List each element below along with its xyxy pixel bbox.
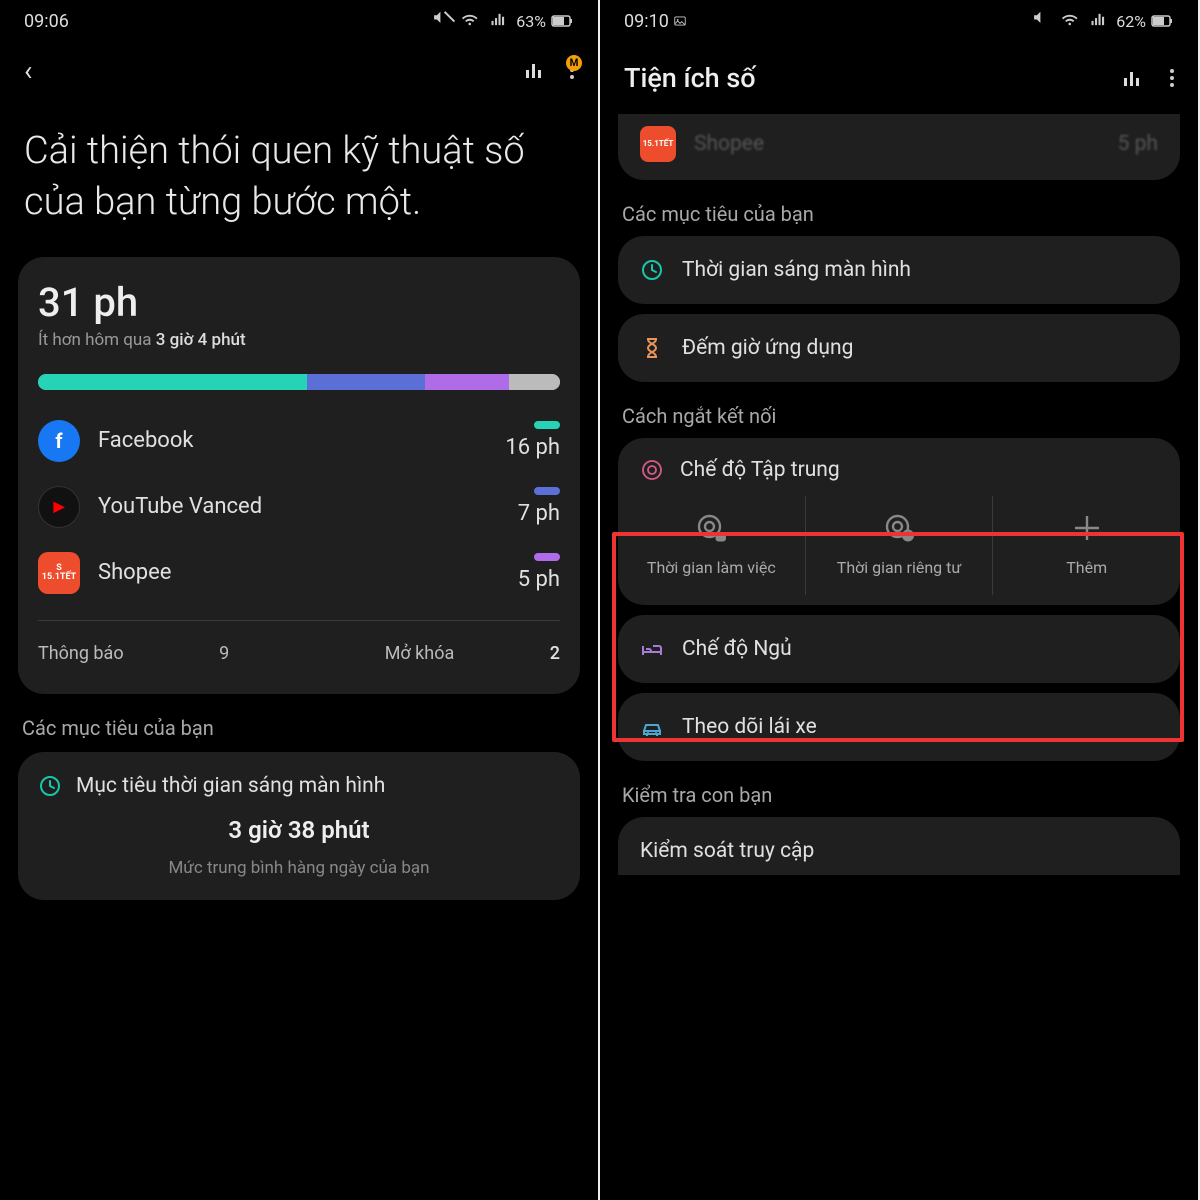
notification-badge-icon: M <box>566 55 582 71</box>
color-pill <box>534 553 560 561</box>
battery-text: 62% <box>1116 12 1146 31</box>
usage-card[interactable]: 31 ph Ít hơn hôm qua 3 giờ 4 phút f Face… <box>18 257 580 694</box>
total-time: 31 ph <box>38 279 560 326</box>
shopee-icon: 15.1TẾT <box>640 126 676 162</box>
item-label: Đếm giờ ứng dụng <box>682 336 853 360</box>
focus-cell-private[interactable]: Thời gian riêng tư <box>806 496 994 595</box>
status-bar: 09:06 63% <box>0 0 598 42</box>
mute-icon <box>1032 9 1056 33</box>
item-label: Thời gian sáng màn hình <box>682 258 911 282</box>
notif-value: 9 <box>219 643 229 664</box>
shopee-icon: S15.1TẾT <box>38 552 80 594</box>
status-icons: 62% <box>1032 9 1174 33</box>
focus-title: Chế độ Tập trung <box>680 458 840 482</box>
more-button[interactable] <box>1170 69 1174 87</box>
phone-right: 09:10 62% Tiện ích số 15.1TẾT Shopee 5 p… <box>600 0 1200 1200</box>
status-time: 09:10 <box>624 11 687 32</box>
focus-cell-work[interactable]: Thời gian làm việc <box>618 496 806 595</box>
app-name-hidden: Shopee <box>694 132 1100 156</box>
page-title: Tiện ích số <box>624 62 756 94</box>
hourglass-icon <box>640 336 664 360</box>
chart-icon[interactable] <box>522 58 546 82</box>
goal-title: Mục tiêu thời gian sáng màn hình <box>76 774 385 798</box>
app-name: YouTube Vanced <box>98 494 500 519</box>
bed-icon <box>640 637 664 661</box>
youtube-icon: ▶ <box>38 486 80 528</box>
goal-app-timer[interactable]: Đếm giờ ứng dụng <box>618 314 1180 382</box>
mute-icon <box>432 9 456 33</box>
app-time: 7 ph <box>518 501 560 526</box>
focus-label: Thêm <box>1066 558 1107 577</box>
focus-cell-add[interactable]: Thêm <box>993 496 1180 595</box>
item-label: Kiểm soát truy cập <box>640 839 814 863</box>
chart-icon[interactable] <box>1120 66 1144 90</box>
usage-bar <box>38 374 560 390</box>
access-control-item[interactable]: Kiểm soát truy cập <box>618 817 1180 875</box>
wifi-icon <box>460 9 484 33</box>
status-bar: 09:10 62% <box>600 0 1198 42</box>
app-time-hidden: 5 ph <box>1118 132 1158 156</box>
title-bar: Tiện ích số <box>600 42 1198 114</box>
app-name: Shopee <box>98 560 500 585</box>
battery-icon <box>1150 9 1174 33</box>
phone-left: 09:06 63% ‹ M Cải thiện thói quen kỹ thu… <box>0 0 600 1200</box>
app-row-facebook[interactable]: f Facebook 16 ph <box>38 408 560 474</box>
unlock-label: Mở khóa <box>385 643 455 664</box>
status-icons: 63% <box>432 9 574 33</box>
app-time: 16 ph <box>505 435 560 460</box>
goal-value: 3 giờ 38 phút <box>38 816 560 844</box>
private-focus-icon <box>881 510 917 546</box>
app-row-youtube[interactable]: ▶ YouTube Vanced 7 ph <box>38 474 560 540</box>
wifi-icon <box>1060 9 1084 33</box>
app-time: 5 ph <box>518 567 560 592</box>
status-time: 09:06 <box>24 11 69 32</box>
focus-label: Thời gian làm việc <box>647 558 776 577</box>
item-label: Chế độ Ngủ <box>682 637 792 661</box>
clock-icon <box>640 258 664 282</box>
signal-icon <box>1088 9 1112 33</box>
goal-subtitle: Mức trung bình hàng ngày của bạn <box>38 858 560 878</box>
goals-section-label: Các mục tiêu của bạn <box>622 202 1176 226</box>
target-icon <box>640 458 664 482</box>
notif-label: Thông báo <box>38 643 124 664</box>
sleep-mode-item[interactable]: Chế độ Ngủ <box>618 615 1180 683</box>
focus-label: Thời gian riêng tư <box>837 558 961 577</box>
focus-mode-card[interactable]: Chế độ Tập trung Thời gian làm việc Thời… <box>618 438 1180 605</box>
drive-tracking-item[interactable]: Theo dõi lái xe <box>618 693 1180 761</box>
goal-screen-time[interactable]: Thời gian sáng màn hình <box>618 236 1180 304</box>
child-section-label: Kiểm tra con bạn <box>622 783 1176 807</box>
item-label: Theo dõi lái xe <box>682 715 817 739</box>
battery-text: 63% <box>516 12 546 31</box>
color-pill <box>534 421 560 429</box>
car-icon <box>640 715 664 739</box>
back-button[interactable]: ‹ <box>24 54 32 87</box>
compare-line: Ít hơn hôm qua 3 giờ 4 phút <box>38 330 560 350</box>
screen-time-goal-card[interactable]: Mục tiêu thời gian sáng màn hình 3 giờ 3… <box>18 752 580 900</box>
unlock-value: 2 <box>550 643 560 664</box>
goals-section-label: Các mục tiêu của bạn <box>22 716 576 740</box>
battery-icon <box>550 9 574 33</box>
plus-icon <box>1069 510 1105 546</box>
top-bar: ‹ M <box>0 42 598 98</box>
stats-row: Thông báo 9 Mở khóa 2 <box>38 635 560 672</box>
app-row-shopee-partial[interactable]: 15.1TẾT Shopee 5 ph <box>618 114 1180 180</box>
facebook-icon: f <box>38 420 80 462</box>
page-title: Cải thiện thói quen kỹ thuật số của bạn … <box>0 126 598 229</box>
image-icon <box>673 14 687 28</box>
app-name: Facebook <box>98 428 487 453</box>
app-row-shopee[interactable]: S15.1TẾT Shopee 5 ph <box>38 540 560 606</box>
clock-icon <box>38 774 62 798</box>
color-pill <box>534 487 560 495</box>
disconnect-section-label: Cách ngắt kết nối <box>622 404 1176 428</box>
signal-icon <box>488 9 512 33</box>
work-focus-icon <box>693 510 729 546</box>
more-button[interactable]: M <box>570 61 574 79</box>
